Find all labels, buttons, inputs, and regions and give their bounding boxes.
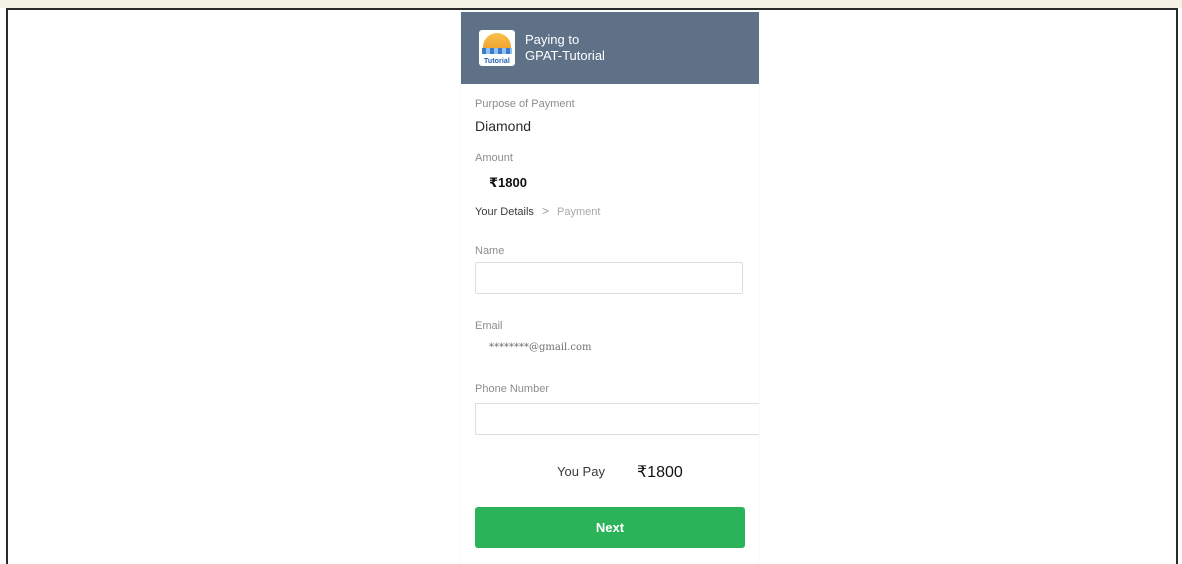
amount-label: Amount — [475, 152, 513, 164]
phone-field[interactable] — [475, 403, 759, 435]
name-label: Name — [475, 245, 505, 257]
payment-panel: Tutorial Paying to GPAT-Tutorial Purpose… — [461, 12, 759, 564]
next-button[interactable]: Next — [475, 507, 745, 548]
wave-icon — [482, 48, 512, 54]
purpose-label: Purpose of Payment — [475, 98, 575, 110]
step-your-details: Your Details — [475, 206, 534, 218]
payee-info: Paying to GPAT-Tutorial — [525, 32, 605, 64]
top-strip — [0, 0, 1182, 8]
purpose-value: Diamond — [475, 118, 532, 134]
phone-label: Phone Number — [475, 383, 549, 395]
paying-to-label: Paying to — [525, 32, 580, 47]
name-field[interactable] — [475, 262, 743, 294]
amount-value: ₹1800 — [489, 175, 527, 190]
merchant-logo: Tutorial — [479, 30, 515, 66]
merchant-name: GPAT-Tutorial — [525, 48, 605, 63]
logo-text: Tutorial — [484, 58, 510, 65]
step-payment: Payment — [557, 206, 601, 218]
email-label: Email — [475, 320, 503, 332]
step-breadcrumb: Your Details > Payment — [475, 204, 600, 218]
you-pay-label: You Pay — [557, 464, 605, 479]
email-field[interactable]: ********@gmail.com — [489, 342, 592, 353]
payment-header: Tutorial Paying to GPAT-Tutorial — [461, 12, 759, 84]
chevron-right-icon: > — [541, 204, 549, 218]
pay-total: ₹1800 — [637, 464, 683, 481]
